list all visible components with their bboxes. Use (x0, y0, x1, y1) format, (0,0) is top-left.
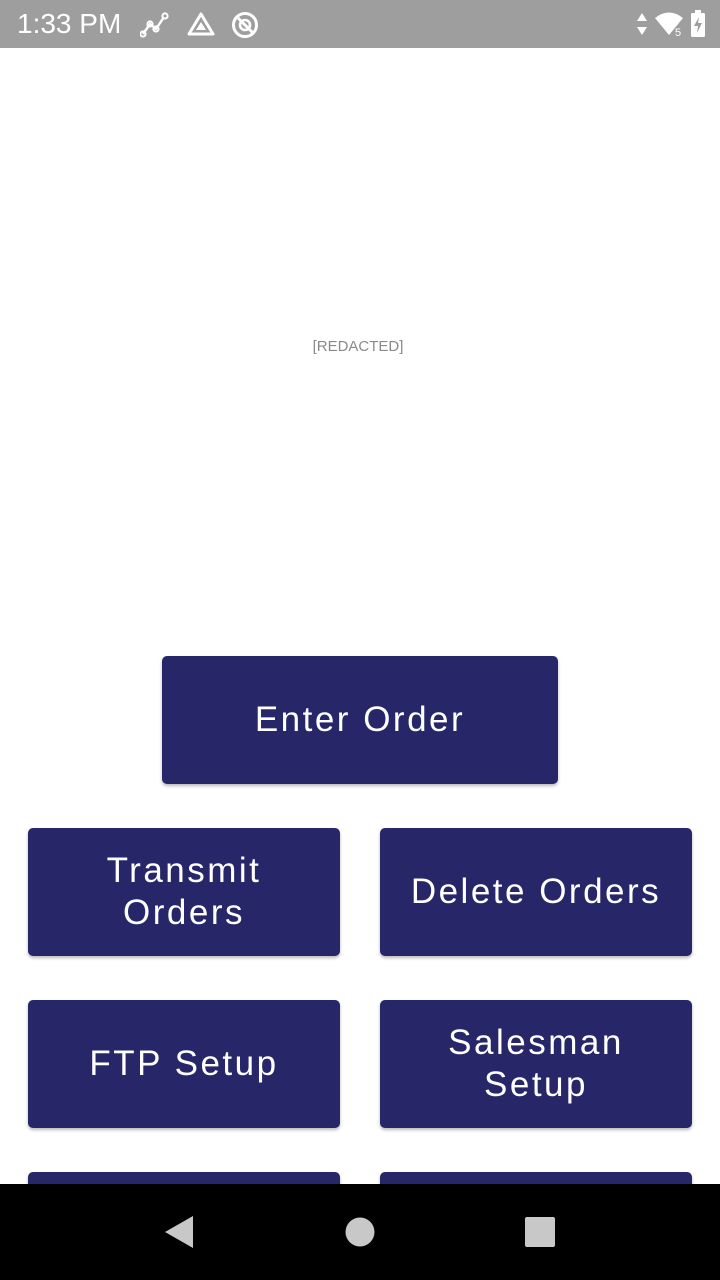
battery-charging-icon (691, 10, 705, 37)
screen: 1:33 PM 5 [REDACTED] Enter Order Transmi… (0, 0, 720, 1280)
delete-orders-label: Delete Orders (410, 872, 662, 911)
navigation-bar (0, 1184, 720, 1280)
partially-visible-button-right[interactable] (380, 1172, 692, 1184)
wifi-badge: 5 (675, 27, 681, 37)
ftp-setup-button[interactable]: FTP Setup (28, 1000, 340, 1128)
analytics-icon (140, 10, 170, 40)
back-icon[interactable] (160, 1212, 200, 1252)
partially-visible-button-left[interactable] (28, 1172, 340, 1184)
transmit-orders-label: Transmit Orders (106, 851, 262, 932)
drive-icon (186, 10, 216, 40)
status-bar: 1:33 PM 5 (0, 0, 720, 48)
enter-order-button[interactable]: Enter Order (162, 656, 558, 784)
status-time: 1:33 PM (17, 8, 122, 39)
logo-placeholder: [REDACTED] (312, 338, 404, 355)
transmit-orders-button[interactable]: Transmit Orders (28, 828, 340, 956)
main-content: [REDACTED] Enter Order Transmit Orders D… (0, 48, 720, 1184)
sync-disabled-icon (230, 10, 260, 40)
enter-order-label: Enter Order (254, 700, 466, 739)
salesman-setup-label: Salesman Setup (448, 1023, 624, 1104)
salesman-setup-button[interactable]: Salesman Setup (380, 1000, 692, 1128)
delete-orders-button[interactable]: Delete Orders (380, 828, 692, 956)
ftp-setup-label: FTP Setup (89, 1044, 279, 1083)
home-icon[interactable] (340, 1212, 380, 1252)
data-arrows-icon (637, 13, 647, 35)
recents-icon[interactable] (520, 1212, 560, 1252)
wifi-icon: 5 (655, 12, 683, 37)
status-right-icons: 5 (630, 9, 706, 39)
